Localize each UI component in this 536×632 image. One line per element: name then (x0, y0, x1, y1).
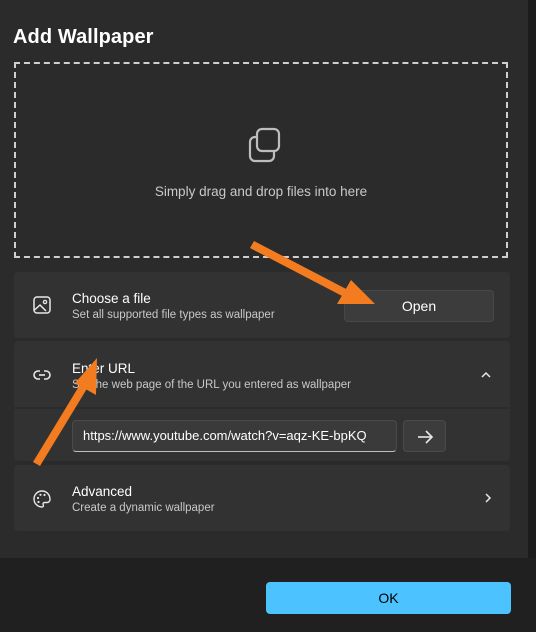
annotation-arrow-url (33, 358, 97, 466)
annotation-arrow-open (250, 241, 375, 304)
annotation-arrows (33, 241, 375, 466)
